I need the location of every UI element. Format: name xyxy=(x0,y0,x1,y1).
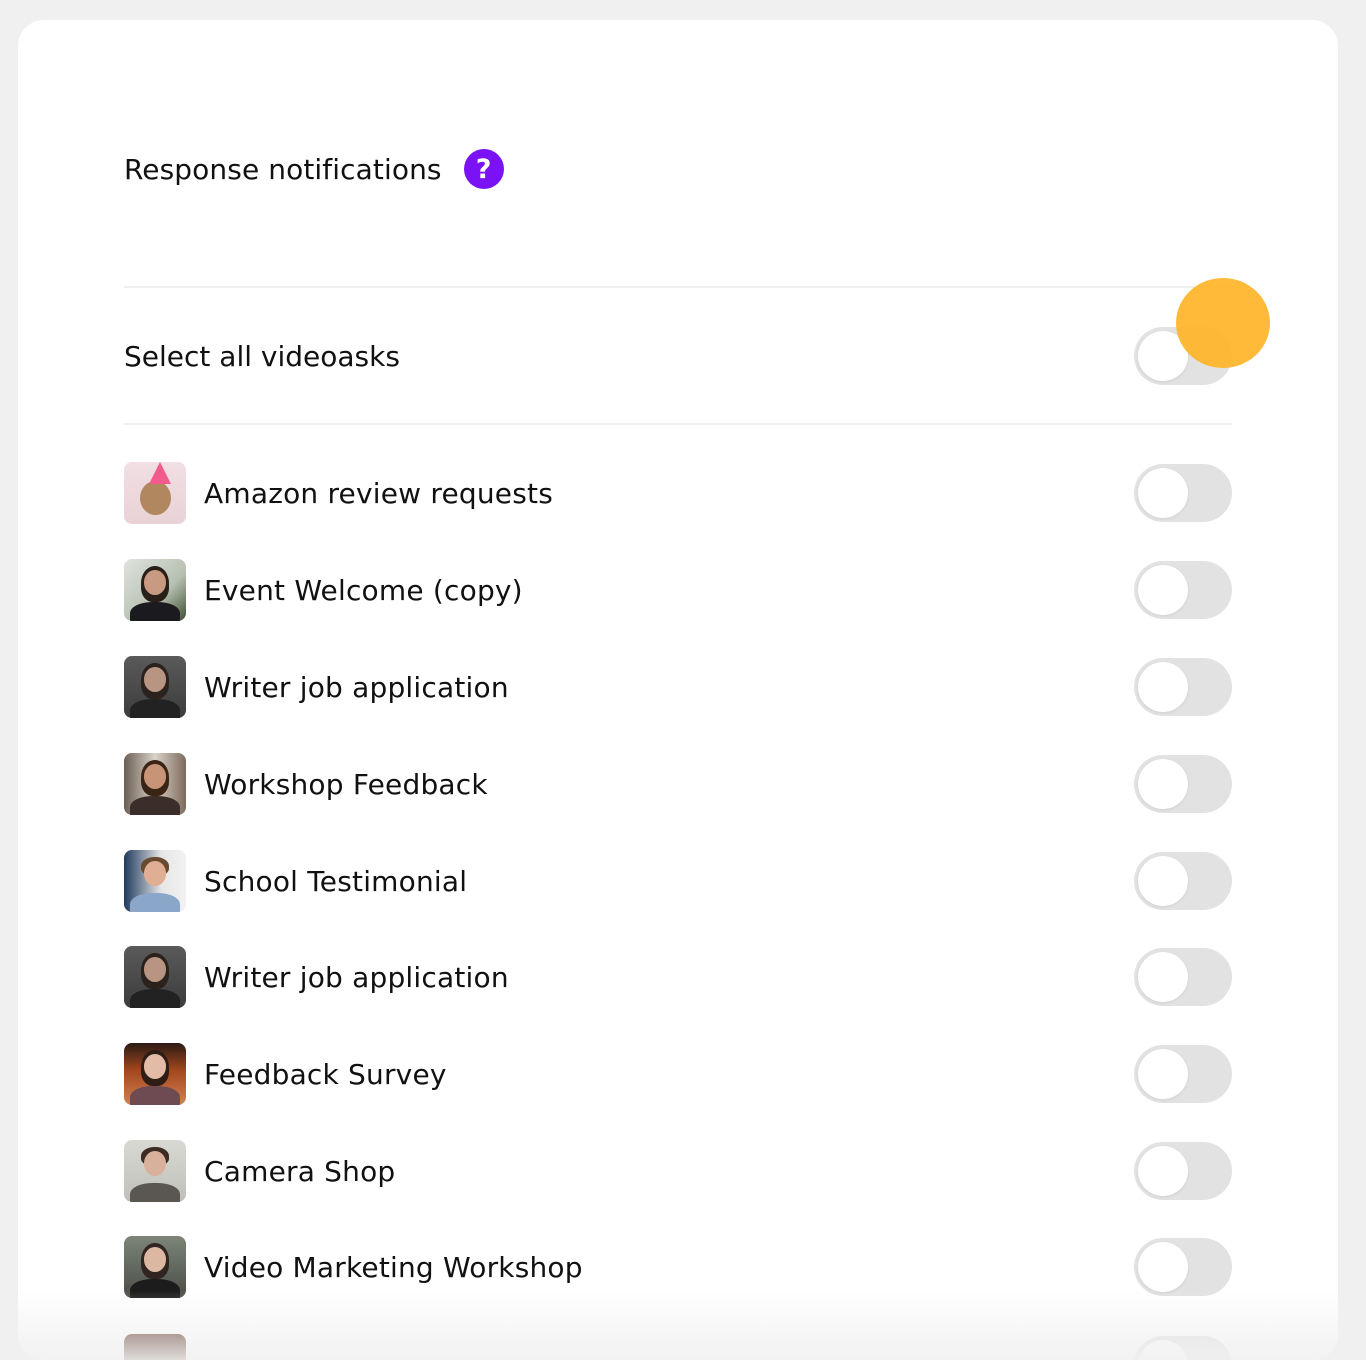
question-mark-icon[interactable]: ? xyxy=(463,149,504,189)
videoask-toggle[interactable] xyxy=(1134,1336,1232,1360)
videoask-label: Writer job application xyxy=(204,960,509,994)
videoask-row: Camera Shop xyxy=(124,1140,1232,1202)
videoask-label: Writer job application xyxy=(204,670,509,704)
videoask-thumbnail xyxy=(124,946,186,1008)
videoask-label: Amazon review requests xyxy=(204,476,553,510)
videoask-thumbnail xyxy=(124,656,186,718)
videoask-row: Writer job application xyxy=(124,946,1232,1008)
videoask-thumbnail xyxy=(124,559,186,621)
videoask-thumbnail-dog xyxy=(124,462,186,524)
videoask-row: Event Welcome (copy) xyxy=(124,559,1232,621)
videoask-toggle[interactable] xyxy=(1134,948,1232,1006)
videoask-toggle[interactable] xyxy=(1134,1045,1232,1103)
videoask-toggle[interactable] xyxy=(1134,852,1232,910)
videoask-toggle[interactable] xyxy=(1134,658,1232,716)
videoask-label: Feedback Survey xyxy=(204,1057,447,1091)
select-all-toggle[interactable] xyxy=(1134,327,1232,385)
toggle-knob xyxy=(1138,331,1188,381)
section-title: Response notifications xyxy=(124,152,442,186)
settings-card: Response notifications ? Select all vide… xyxy=(18,20,1338,1360)
videoask-row: Amazon review requests xyxy=(124,462,1232,524)
videoask-thumbnail xyxy=(124,1334,186,1360)
section-header: Response notifications ? xyxy=(124,146,504,192)
videoask-label: School Testimonial xyxy=(204,864,468,898)
videoask-row: Video Marketing Workshop xyxy=(124,1236,1232,1298)
select-all-label: Select all videoasks xyxy=(124,339,400,373)
videoask-label: Workshop Feedback xyxy=(204,767,488,801)
videoask-thumbnail xyxy=(124,1236,186,1298)
videoask-row: School Testimonial xyxy=(124,850,1232,912)
videoask-row: Feedback Survey xyxy=(124,1043,1232,1105)
videoask-toggle[interactable] xyxy=(1134,561,1232,619)
divider xyxy=(124,423,1232,425)
videoask-thumbnail xyxy=(124,1043,186,1105)
videoask-label: Camera Shop xyxy=(204,1154,396,1188)
videoask-row: Workshop Feedback xyxy=(124,753,1232,815)
videoask-thumbnail xyxy=(124,1140,186,1202)
videoask-toggle[interactable] xyxy=(1134,464,1232,522)
videoask-toggle[interactable] xyxy=(1134,755,1232,813)
videoask-row xyxy=(124,1334,1232,1360)
videoask-toggle[interactable] xyxy=(1134,1238,1232,1296)
videoask-label: Event Welcome (copy) xyxy=(204,573,523,607)
videoask-toggle[interactable] xyxy=(1134,1142,1232,1200)
videoask-label: Video Marketing Workshop xyxy=(204,1250,583,1284)
videoask-thumbnail xyxy=(124,753,186,815)
divider xyxy=(124,286,1232,288)
videoask-row: Writer job application xyxy=(124,656,1232,718)
videoask-thumbnail xyxy=(124,850,186,912)
select-all-row: Select all videoasks xyxy=(124,326,1232,386)
